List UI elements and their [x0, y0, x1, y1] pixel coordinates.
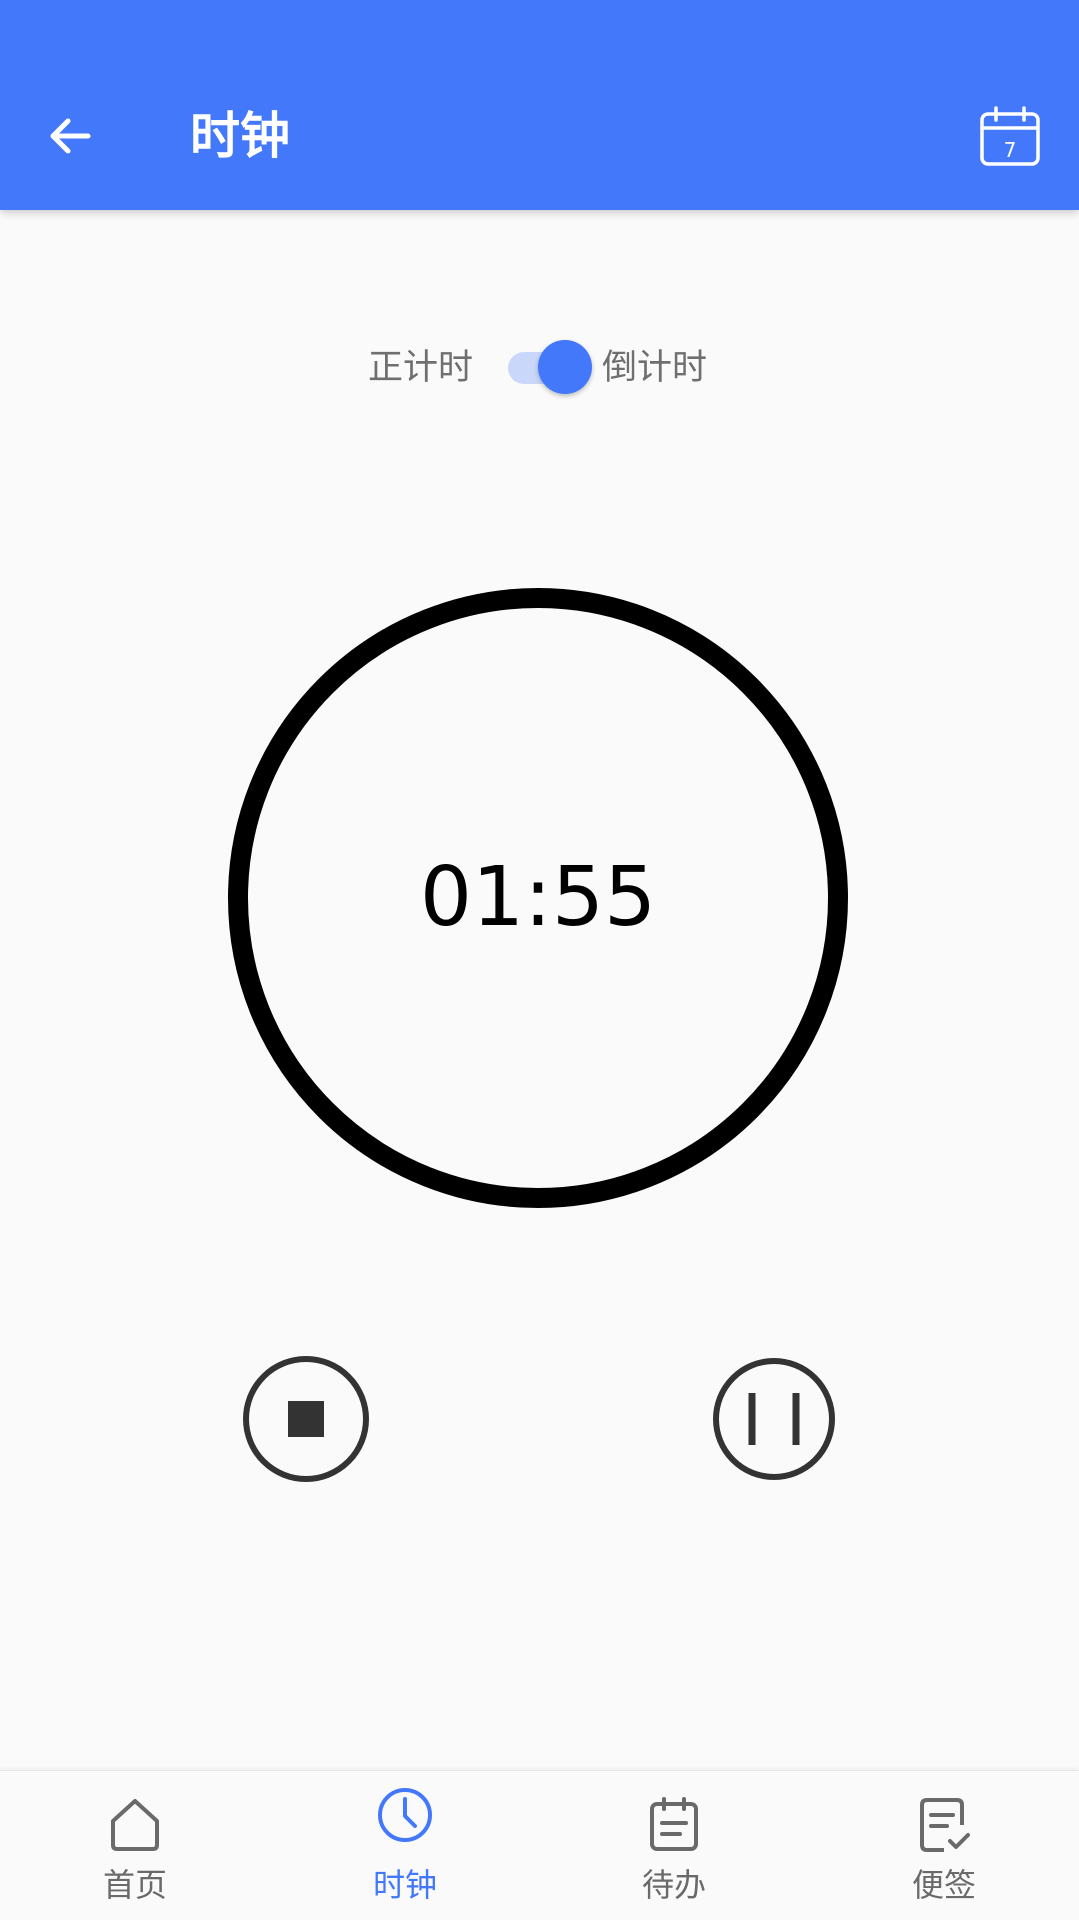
home-icon [111, 1799, 159, 1851]
app-bar: 时钟 7 [0, 0, 1079, 210]
todo-icon [650, 1797, 698, 1851]
nav-label-todo: 待办 [641, 1866, 706, 1904]
nav-label-clock: 时钟 [372, 1866, 437, 1904]
clock-icon [378, 1788, 432, 1842]
pause-icon [713, 1358, 835, 1480]
stop-icon [243, 1356, 369, 1482]
pause-button[interactable] [710, 1355, 838, 1483]
count-up-label[interactable]: 正计时 [368, 344, 473, 392]
page-title: 时钟 [190, 107, 290, 165]
nav-label-home: 首页 [102, 1866, 167, 1904]
timer-display: 01:55 [419, 850, 657, 945]
mode-switch[interactable] [508, 338, 594, 398]
switch-thumb[interactable] [538, 340, 592, 394]
countdown-label[interactable]: 倒计时 [602, 344, 707, 392]
nav-item-home[interactable]: 首页 [0, 1771, 270, 1920]
nav-item-note[interactable]: 便签 [809, 1771, 1079, 1920]
back-button[interactable] [38, 104, 102, 168]
nav-label-note: 便签 [911, 1866, 976, 1904]
note-icon [920, 1798, 970, 1852]
stop-button[interactable] [242, 1355, 370, 1483]
mode-toggle-row: 正计时 倒计时 [0, 338, 1079, 398]
bottom-nav: 首页 时钟 待办 便签 [0, 1770, 1079, 1920]
calendar-day-number: 7 [1004, 138, 1017, 162]
calendar-button[interactable]: 7 [978, 104, 1042, 168]
nav-item-todo[interactable]: 待办 [539, 1771, 809, 1920]
calendar-icon: 7 [980, 106, 1040, 166]
nav-item-clock[interactable]: 时钟 [270, 1771, 540, 1920]
arrow-left-icon [50, 118, 91, 154]
